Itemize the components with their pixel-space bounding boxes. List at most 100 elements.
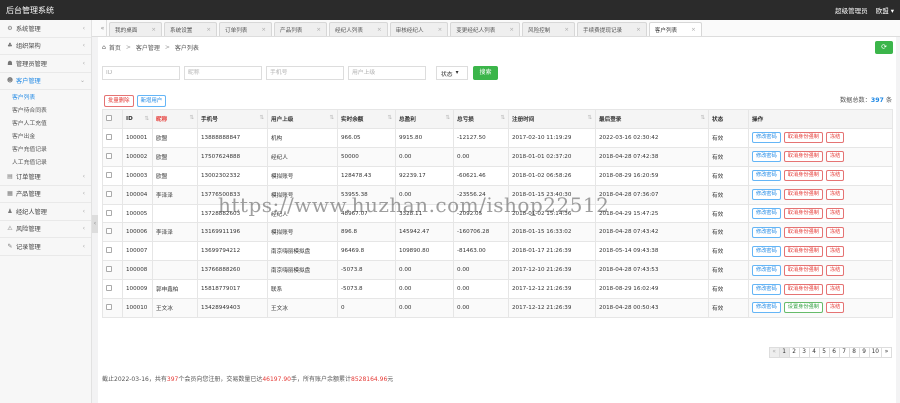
column-header[interactable]: 用户上级 ⇅ xyxy=(267,109,338,129)
row-select-cell[interactable] xyxy=(102,298,123,318)
tab-9[interactable]: 客户列表 × xyxy=(648,22,702,36)
freeze-button[interactable]: 冻结 xyxy=(825,245,845,257)
row-select-cell[interactable] xyxy=(102,241,123,262)
cancel-identity-button[interactable]: 取消身份强制 xyxy=(783,245,823,257)
row-select-cell[interactable] xyxy=(102,222,123,243)
sort-icon[interactable]: ⇅ xyxy=(700,115,705,121)
change-password-button[interactable]: 修改密码 xyxy=(752,226,781,238)
refresh-button[interactable]: ⟳ xyxy=(875,41,893,54)
batch-delete-button[interactable]: 批量删除 xyxy=(104,95,134,107)
row-select-cell[interactable] xyxy=(102,203,123,224)
column-header[interactable]: 昵称 ⇅ xyxy=(152,109,198,129)
sidebar-item-5[interactable]: ▦ 产品管理 ‹ xyxy=(0,186,91,203)
tab-2[interactable]: 订单列表 × xyxy=(219,22,272,36)
select-all-checkbox[interactable] xyxy=(106,115,112,121)
user-menu[interactable]: 超级管理员 欧盟 ▾ xyxy=(829,5,894,15)
id-input[interactable] xyxy=(102,66,180,80)
add-user-button[interactable]: 新增用户 xyxy=(136,95,167,107)
close-icon[interactable]: × xyxy=(206,27,211,33)
phone-input[interactable] xyxy=(266,66,344,80)
row-select-cell[interactable] xyxy=(102,128,123,148)
close-icon[interactable]: × xyxy=(636,27,641,33)
row-checkbox[interactable] xyxy=(106,152,112,159)
sidebar-item-2[interactable]: ☗ 管理员管理 ‹ xyxy=(0,55,91,73)
row-checkbox[interactable] xyxy=(106,209,112,216)
page-next-button[interactable]: » xyxy=(881,347,892,358)
close-icon[interactable]: × xyxy=(316,27,321,33)
change-password-button[interactable]: 修改密码 xyxy=(752,264,781,276)
freeze-button[interactable]: 冻结 xyxy=(825,151,845,163)
cancel-identity-button[interactable]: 取消身份强制 xyxy=(783,208,823,219)
sidebar-subitem[interactable]: 客户人工充值 xyxy=(0,116,91,129)
cancel-identity-button[interactable]: 取消身份强制 xyxy=(783,151,823,163)
page-button[interactable]: 10 xyxy=(868,347,882,358)
row-checkbox[interactable] xyxy=(106,228,112,235)
tab-8[interactable]: 手续费提现记录 × xyxy=(576,22,647,36)
tabs-prev-button[interactable]: « xyxy=(99,20,107,36)
row-select-cell[interactable] xyxy=(102,184,123,205)
tab-4[interactable]: 经纪人列表 × xyxy=(329,22,388,36)
change-password-button[interactable]: 修改密码 xyxy=(752,170,781,182)
sort-icon[interactable]: ⇅ xyxy=(259,115,264,121)
set-identity-button[interactable]: 设置身份强制 xyxy=(783,302,823,314)
row-checkbox[interactable] xyxy=(106,247,112,254)
row-checkbox[interactable] xyxy=(106,266,112,273)
user-caret-icon[interactable]: ▾ xyxy=(891,7,894,15)
tab-6[interactable]: 变更经纪人列表 × xyxy=(450,22,520,36)
row-select-cell[interactable] xyxy=(102,146,123,167)
row-checkbox[interactable] xyxy=(106,171,112,178)
change-password-button[interactable]: 修改密码 xyxy=(752,151,781,163)
sort-icon[interactable]: ⇅ xyxy=(445,115,450,121)
sidebar-item-0[interactable]: ⚙ 系统管理 ‹ xyxy=(0,20,91,38)
tab-3[interactable]: 产品列表 × xyxy=(274,22,327,36)
sidebar-item-4[interactable]: ▤ 订单管理 ‹ xyxy=(0,168,91,186)
username[interactable]: 欧盟 xyxy=(876,7,889,15)
change-password-button[interactable]: 修改密码 xyxy=(752,245,781,257)
row-select-cell[interactable] xyxy=(102,260,123,281)
cancel-identity-button[interactable]: 取消身份强制 xyxy=(783,132,823,144)
cancel-identity-button[interactable]: 取消身份强制 xyxy=(783,170,823,182)
close-icon[interactable]: × xyxy=(377,27,382,33)
column-header[interactable]: 总盈利 ⇅ xyxy=(395,109,454,129)
change-password-button[interactable]: 修改密码 xyxy=(752,189,781,201)
breadcrumb-item[interactable]: 首页 xyxy=(109,43,121,52)
freeze-button[interactable]: 冻结 xyxy=(825,208,845,219)
tab-7[interactable]: 风险控制 × xyxy=(521,22,575,36)
tab-5[interactable]: 审核经纪人 × xyxy=(389,22,449,36)
sidebar-subitem[interactable]: 客户充值记录 xyxy=(0,142,91,155)
change-password-button[interactable]: 修改密码 xyxy=(752,208,781,219)
freeze-button[interactable]: 冻结 xyxy=(825,132,845,144)
row-select-cell[interactable] xyxy=(102,165,123,186)
sidebar-subitem[interactable]: 客户出金 xyxy=(0,129,91,142)
freeze-button[interactable]: 冻结 xyxy=(825,226,845,238)
close-icon[interactable]: × xyxy=(261,27,266,33)
column-header[interactable]: 总亏损 ⇅ xyxy=(453,109,509,129)
sidebar-item-7[interactable]: ⚠ 风险管理 ‹ xyxy=(0,221,91,238)
sort-icon[interactable]: ⇅ xyxy=(329,115,334,121)
close-icon[interactable]: × xyxy=(509,27,514,33)
cancel-identity-button[interactable]: 取消身份强制 xyxy=(783,283,823,295)
breadcrumb-item[interactable]: 客户管理 xyxy=(136,43,160,52)
close-icon[interactable]: × xyxy=(691,27,696,33)
freeze-button[interactable]: 冻结 xyxy=(825,189,845,201)
cancel-identity-button[interactable]: 取消身份强制 xyxy=(783,264,823,276)
sidebar-subitem[interactable]: 客户列表 xyxy=(0,90,91,103)
tab-1[interactable]: 系统设置 × xyxy=(164,22,217,36)
sort-icon[interactable]: ⇅ xyxy=(500,115,505,121)
change-password-button[interactable]: 修改密码 xyxy=(752,132,781,144)
cancel-identity-button[interactable]: 取消身份强制 xyxy=(783,189,823,201)
close-icon[interactable]: × xyxy=(564,27,569,33)
row-select-cell[interactable] xyxy=(102,279,123,300)
freeze-button[interactable]: 冻结 xyxy=(825,283,845,295)
nickname-input[interactable] xyxy=(184,66,262,80)
column-header[interactable]: 注册时间 ⇅ xyxy=(508,109,596,129)
cancel-identity-button[interactable]: 取消身份强制 xyxy=(783,226,823,238)
column-header[interactable]: 实时余额 ⇅ xyxy=(337,109,396,129)
close-icon[interactable]: × xyxy=(438,27,443,33)
tab-0[interactable]: 我的桌面 × xyxy=(109,22,162,36)
sort-icon[interactable]: ⇅ xyxy=(587,115,592,121)
column-header[interactable]: 最后登录 ⇅ xyxy=(595,109,709,129)
sidebar-subitem[interactable]: 客户待合同表 xyxy=(0,103,91,116)
sidebar-item-8[interactable]: ✎ 记录管理 ‹ xyxy=(0,238,91,256)
sidebar-item-6[interactable]: ♟ 经纪人管理 ‹ xyxy=(0,203,91,221)
